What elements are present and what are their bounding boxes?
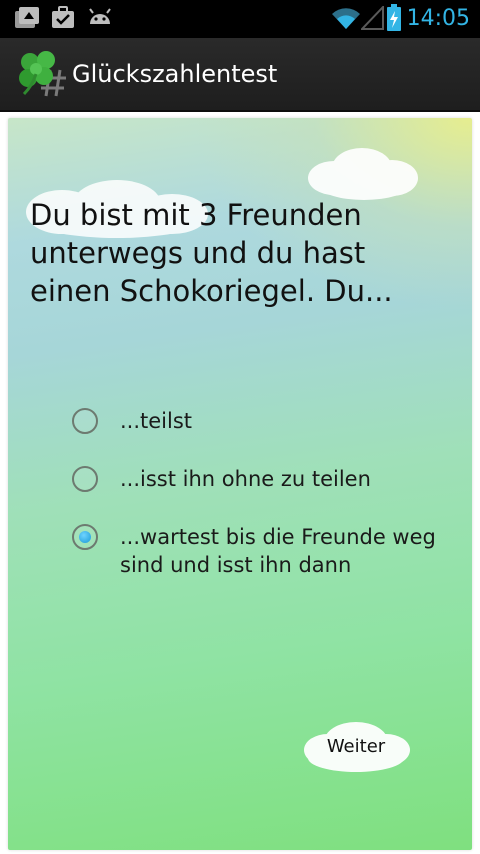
content-area: Du bist mit 3 Freunden unterwegs und du … bbox=[0, 112, 480, 854]
clover-icon[interactable] bbox=[16, 48, 72, 100]
radio-button-3[interactable] bbox=[72, 524, 98, 550]
next-button[interactable]: Weiter bbox=[300, 718, 412, 776]
answer-label-3[interactable]: ...wartest bis die Freunde weg sind und … bbox=[120, 523, 440, 579]
upload-icon bbox=[15, 7, 39, 28]
radio-button-2[interactable] bbox=[72, 466, 98, 492]
question-text: Du bist mit 3 Freunden unterwegs und du … bbox=[30, 198, 393, 308]
action-bar: Glückszahlentest bbox=[0, 38, 480, 112]
answer-label-1[interactable]: ...teilst bbox=[120, 407, 440, 435]
clock-time: 14:05 bbox=[406, 6, 470, 31]
app-title: Glückszahlentest bbox=[72, 60, 278, 88]
answer-label-2[interactable]: ...isst ihn ohne zu teilen bbox=[120, 465, 440, 493]
status-bar: 14:05 bbox=[0, 0, 480, 38]
wifi-icon bbox=[332, 8, 360, 29]
briefcase-icon bbox=[52, 6, 74, 28]
android-icon bbox=[89, 8, 111, 24]
next-button-label[interactable]: Weiter bbox=[300, 735, 412, 759]
battery-charging-icon bbox=[387, 4, 401, 31]
radio-button-1[interactable] bbox=[72, 408, 98, 434]
question-panel: Du bist mit 3 Freunden unterwegs und du … bbox=[8, 118, 472, 850]
signal-icon bbox=[361, 6, 384, 30]
